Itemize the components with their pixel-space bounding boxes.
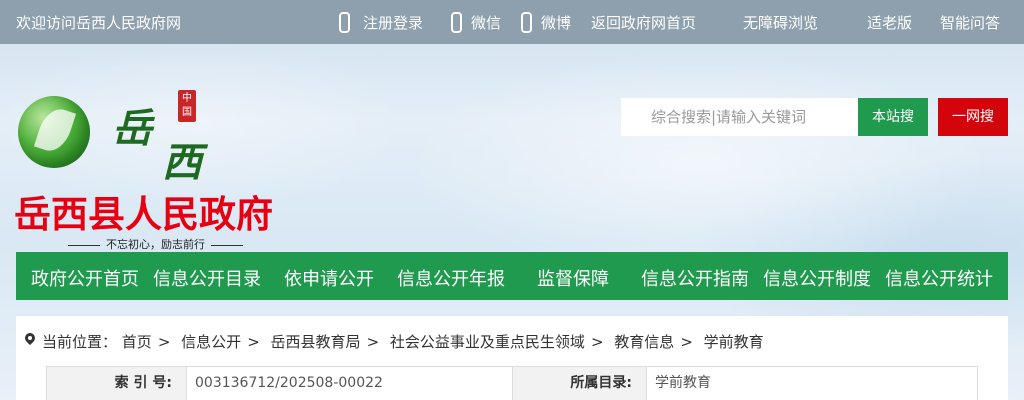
elderly-mode-link[interactable]: 适老版	[867, 12, 912, 33]
back-to-home-link[interactable]: 返回政府网首页	[591, 12, 696, 33]
logo-calligraphy: 西	[162, 139, 202, 186]
index-number-label: 索 引 号:	[47, 367, 187, 400]
breadcrumb-info-public[interactable]: 信息公开	[181, 333, 241, 351]
breadcrumb-home[interactable]: 首页	[122, 333, 152, 351]
breadcrumb-education-bureau[interactable]: 岳西县教育局	[271, 333, 361, 351]
accessibility-link[interactable]: 无障碍浏览	[743, 12, 818, 33]
breadcrumb-public-welfare[interactable]: 社会公益事业及重点民生领域	[390, 333, 585, 351]
breadcrumb-separator: >	[590, 333, 604, 351]
logo-seal: 中国	[178, 90, 196, 122]
welcome-text: 欢迎访问岳西人民政府网	[16, 14, 182, 32]
breadcrumb-separator: >	[680, 333, 693, 351]
nav-item-system[interactable]: 信息公开制度	[763, 265, 871, 291]
breadcrumb-label: 当前位置：	[42, 333, 118, 351]
site-title[interactable]: 岳西县人民政府	[14, 184, 273, 238]
main-nav: 政府公开首页 信息公开目录 依申请公开 信息公开年报 监督保障 信息公开指南 信…	[16, 252, 1008, 300]
nav-item-application[interactable]: 依申请公开	[284, 265, 374, 291]
search-input[interactable]	[621, 98, 858, 136]
mobile-icon	[451, 12, 462, 33]
smart-qa-link[interactable]: 智能问答	[940, 12, 1000, 33]
nav-item-guide[interactable]: 信息公开指南	[641, 265, 749, 291]
nav-item-supervision[interactable]: 监督保障	[537, 265, 609, 291]
content-panel: 当前位置： 首页 > 信息公开 > 岳西县教育局 > 社会公益事业及重点民生领域 > 教…	[16, 316, 1008, 400]
all-search-button[interactable]: 一网搜	[938, 98, 1008, 136]
nav-item-home[interactable]: 政府公开首页	[31, 265, 139, 291]
metadata-table: 索 引 号: 003136712/202508-00022 所属目录: 学前教育	[46, 366, 978, 400]
logo-globe-icon	[18, 96, 90, 168]
top-bar: 欢迎访问岳西人民政府网 注册登录 微信 微博 返回政府网首页 无障碍浏览 适老版…	[0, 0, 1024, 44]
nav-item-catalog[interactable]: 信息公开目录	[153, 265, 261, 291]
mobile-icon	[339, 12, 350, 33]
breadcrumb-separator: >	[157, 333, 171, 351]
catalog-value: 学前教育	[655, 375, 711, 391]
nav-item-annual-report[interactable]: 信息公开年报	[397, 265, 505, 291]
location-pin-icon	[24, 333, 36, 349]
wechat-link[interactable]: 微信	[471, 12, 501, 33]
breadcrumb-separator: >	[366, 333, 380, 351]
breadcrumb-preschool[interactable]: 学前教育	[704, 333, 764, 351]
register-login-link[interactable]: 注册登录	[363, 12, 423, 33]
index-number-value: 003136712/202508-00022	[187, 367, 513, 400]
slogan-text: 不忘初心，励志前行	[106, 238, 205, 251]
nav-item-statistics[interactable]: 信息公开统计	[885, 265, 993, 291]
breadcrumb: 当前位置： 首页 > 信息公开 > 岳西县教育局 > 社会公益事业及重点民生领域 > 教…	[24, 331, 764, 352]
breadcrumb-separator: >	[247, 333, 260, 351]
logo-calligraphy: 岳	[112, 105, 152, 152]
breadcrumb-education-info[interactable]: 教育信息	[614, 333, 674, 351]
catalog-label: 所属目录:	[513, 367, 647, 400]
slogan: 不忘初心，励志前行	[62, 236, 249, 252]
site-search-button[interactable]: 本站搜	[858, 98, 928, 136]
mobile-icon	[521, 12, 532, 33]
weibo-link[interactable]: 微博	[541, 12, 571, 33]
